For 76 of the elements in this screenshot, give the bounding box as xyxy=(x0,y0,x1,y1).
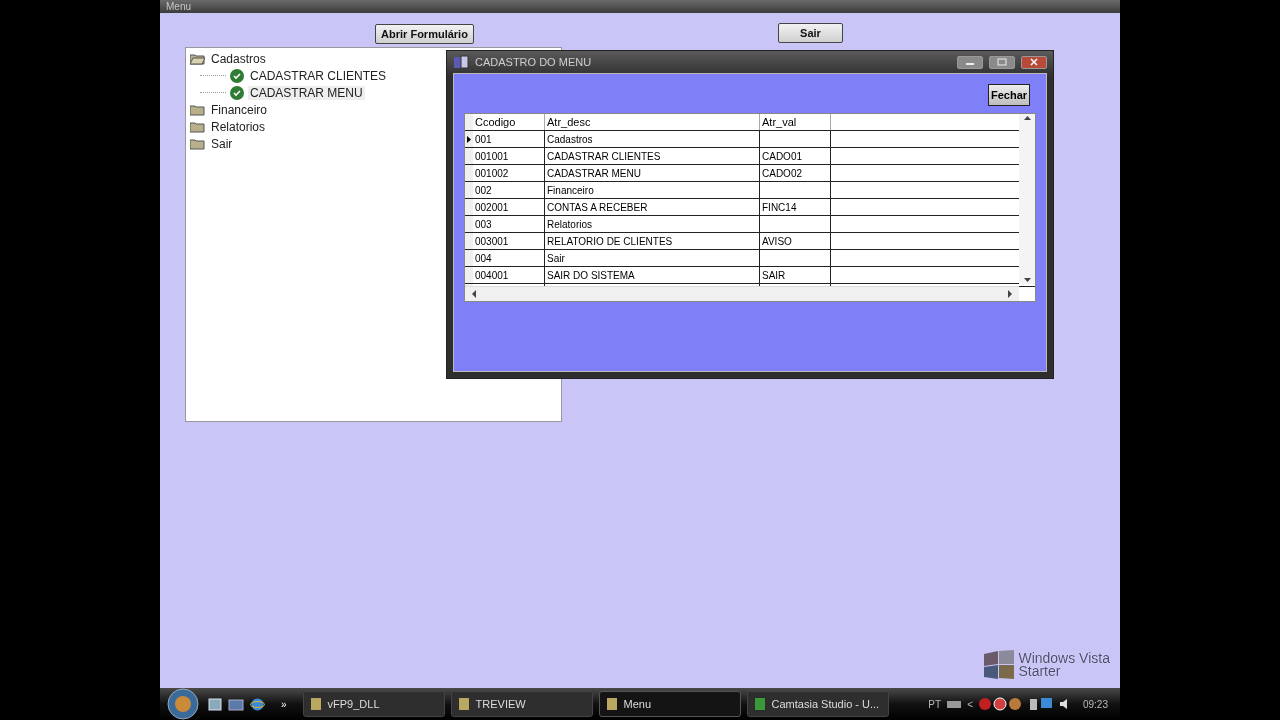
row-pointer-icon xyxy=(467,135,471,143)
tree-item[interactable]: Relatorios xyxy=(209,119,268,134)
tray-icons[interactable] xyxy=(978,697,1023,711)
program-icon xyxy=(457,697,470,711)
window-switch-icon[interactable] xyxy=(228,697,244,711)
browser-icon[interactable] xyxy=(250,696,265,712)
watermark-text: Windows Vista xyxy=(1018,652,1110,665)
horizontal-scrollbar[interactable] xyxy=(465,286,1019,301)
table-cell-text: 001002 xyxy=(474,166,510,181)
table-cell: CADO02 xyxy=(759,165,830,181)
table-cell: CADO01 xyxy=(759,148,830,164)
check-icon xyxy=(230,68,244,83)
close-icon xyxy=(1029,58,1039,66)
row-header[interactable] xyxy=(465,131,473,147)
window-title: Menu xyxy=(166,1,191,12)
table-cell-text: 003001 xyxy=(474,234,510,249)
table-cell-text: 002001 xyxy=(474,200,510,215)
close-form-button[interactable]: Fechar xyxy=(988,84,1030,106)
tree-item[interactable]: Financeiro xyxy=(209,102,270,117)
table-cell: CADASTRAR CLIENTES xyxy=(544,148,759,164)
program-icon xyxy=(753,697,766,711)
table-cell: SAIR DO SISTEMA xyxy=(544,267,759,283)
down-arrow-icon[interactable] xyxy=(1023,276,1031,284)
table-cell-text: 002 xyxy=(474,183,493,198)
table-cell-text: 001001 xyxy=(474,149,510,164)
program-icon xyxy=(605,697,618,711)
taskbar-button[interactable]: Camtasia Studio - U... xyxy=(746,691,889,717)
tree-item[interactable]: Cadastros xyxy=(209,51,268,66)
table-cell: CADASTRAR MENU xyxy=(544,165,759,181)
up-arrow-icon[interactable] xyxy=(1023,114,1031,122)
table-cell: Relatorios xyxy=(544,216,759,232)
corner-header xyxy=(465,114,473,130)
maximize-icon xyxy=(997,58,1007,66)
maximize-button[interactable] xyxy=(989,55,1015,69)
watermark-text: Starter xyxy=(1018,665,1062,678)
windows-logo-icon xyxy=(982,650,1017,680)
exit-button[interactable]: Sair xyxy=(778,23,843,43)
table-cell-text: 004 xyxy=(474,251,493,266)
program-icon xyxy=(309,697,322,711)
taskbar-button[interactable]: Menu xyxy=(598,691,741,717)
start-button[interactable] xyxy=(164,688,202,720)
table-cell: RELATORIO DE CLIENTES xyxy=(544,233,759,249)
check-icon xyxy=(230,85,244,100)
table-cell: Sair xyxy=(544,250,759,266)
minimize-button[interactable] xyxy=(957,55,983,69)
table-cell-text: 001 xyxy=(474,132,493,147)
table-cell: Cadastros xyxy=(544,131,759,147)
column-header[interactable]: Atr_desc xyxy=(544,114,759,130)
language-indicator[interactable]: PT xyxy=(928,698,942,710)
close-button[interactable] xyxy=(1021,55,1047,69)
column-header[interactable]: Atr_val xyxy=(759,114,830,130)
overflow-button[interactable]: » xyxy=(271,698,297,710)
tree-item[interactable]: CADASTRAR CLIENTES xyxy=(248,68,389,83)
table-cell: CONTAS A RECEBER xyxy=(544,199,759,215)
window-title: CADASTRO DO MENU xyxy=(475,56,593,68)
show-desktop-icon[interactable] xyxy=(208,697,222,711)
table-cell-text: 003 xyxy=(474,217,493,232)
tray-expand-button[interactable]: < xyxy=(967,698,973,710)
left-arrow-icon[interactable] xyxy=(471,290,477,298)
open-form-button[interactable]: Abrir Formulário xyxy=(375,24,474,44)
table-cell: FINC14 xyxy=(759,199,830,215)
network-icon[interactable] xyxy=(1028,697,1053,711)
taskbar-button[interactable]: vFP9_DLL xyxy=(302,691,445,717)
keyboard-icon[interactable] xyxy=(947,700,962,708)
app-icon xyxy=(453,55,469,69)
tree-item[interactable]: Sair xyxy=(209,136,235,151)
vertical-scrollbar[interactable] xyxy=(1019,114,1035,284)
table-cell-text: 004001 xyxy=(474,268,510,283)
table-cell: SAIR xyxy=(759,267,830,283)
clock[interactable]: 09:23 xyxy=(1078,698,1116,710)
column-header[interactable]: Ccodigo xyxy=(473,114,544,130)
taskbar-button[interactable]: TREVIEW xyxy=(450,691,593,717)
tree-item[interactable]: CADASTRAR MENU xyxy=(248,85,365,100)
right-arrow-icon[interactable] xyxy=(1007,290,1013,298)
table-cell: AVISO xyxy=(759,233,830,249)
table-cell: Financeiro xyxy=(544,182,759,198)
